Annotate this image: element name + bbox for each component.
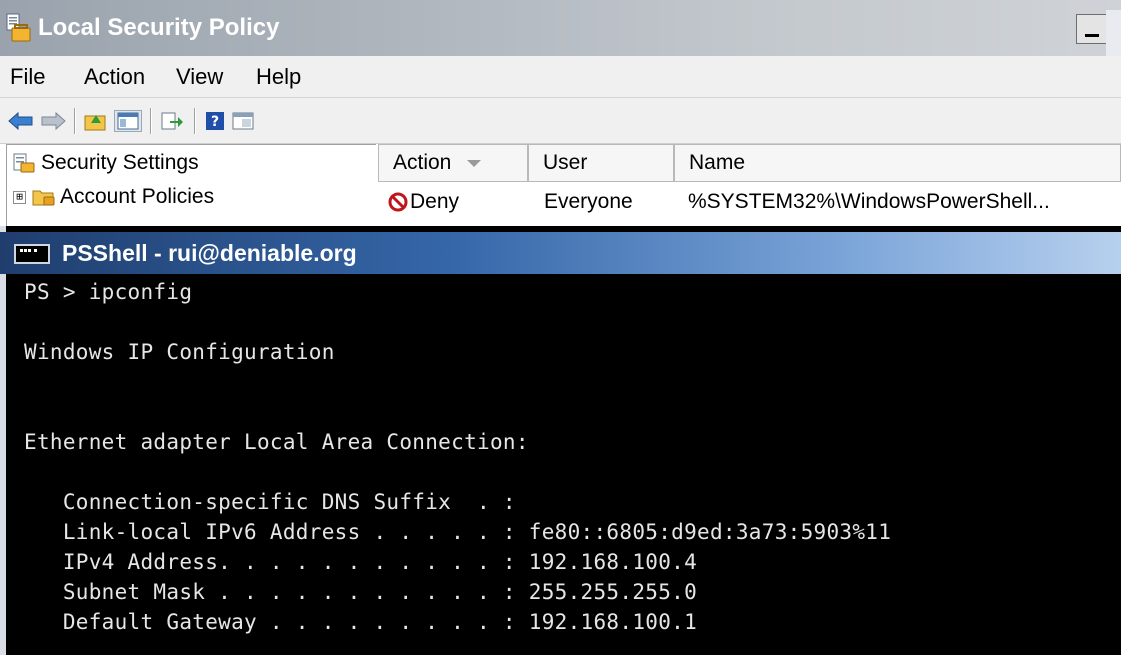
cell-action: Deny <box>388 190 459 214</box>
column-header-label: Action <box>393 151 452 174</box>
deny-icon <box>388 192 408 212</box>
console-line: Ethernet adapter Local Area Connection: <box>24 430 529 454</box>
folder-icon <box>32 187 56 207</box>
menu-view[interactable]: View <box>176 64 223 90</box>
toolbar: ? <box>0 98 1121 144</box>
tree-item-account-policies[interactable]: ⊞ Account Policies <box>13 185 214 209</box>
window-edge <box>1106 10 1121 56</box>
column-header-user[interactable]: User <box>528 144 674 182</box>
export-list-icon[interactable] <box>160 110 184 132</box>
console-line: Default Gateway . . . . . . . . . : 192.… <box>24 610 698 634</box>
console-tree: Security Settings ⊞ Account Policies <box>6 144 376 226</box>
console-line: Connection-specific DNS Suffix . : <box>24 490 516 514</box>
cell-user: Everyone <box>544 190 633 213</box>
tree-item-label: Account Policies <box>60 185 215 208</box>
tree-item-label: Security Settings <box>41 151 199 174</box>
cell-action-text: Deny <box>410 190 460 213</box>
column-header-action[interactable]: Action <box>378 144 528 182</box>
column-header-name[interactable]: Name <box>674 144 1121 182</box>
menu-action[interactable]: Action <box>84 64 145 90</box>
expand-icon[interactable]: ⊞ <box>13 190 26 204</box>
console-output[interactable]: PS > ipconfig Windows IP Configuration E… <box>24 280 1114 650</box>
console-line: Link-local IPv6 Address . . . . . : fe80… <box>24 520 892 544</box>
cell-name: %SYSTEM32%\WindowsPowerShell... <box>688 190 1050 213</box>
menu-file[interactable]: File <box>10 64 45 90</box>
back-arrow-icon[interactable] <box>8 110 34 132</box>
toolbar-separator <box>74 108 76 134</box>
menu-help[interactable]: Help <box>256 64 301 90</box>
console-icon <box>14 244 50 264</box>
column-header-label: User <box>543 151 588 174</box>
policy-list: Action User Name Deny Everyone %SYSTEM32… <box>378 144 1121 226</box>
psshell-window-title: PSShell - rui@deniable.org <box>62 240 357 266</box>
column-header-label: Name <box>689 151 746 174</box>
console-line: Windows IP Configuration <box>24 340 335 364</box>
menu-bar: File Action View Help <box>0 56 1121 98</box>
tree-item-security-settings[interactable]: Security Settings <box>13 151 199 175</box>
svg-text:?: ? <box>211 114 219 130</box>
security-settings-icon <box>13 153 37 173</box>
help-icon[interactable]: ? <box>204 110 226 132</box>
properties-icon[interactable] <box>232 110 254 132</box>
security-policy-app-icon <box>6 13 32 43</box>
forward-arrow-icon[interactable] <box>40 110 66 132</box>
toolbar-separator <box>194 108 196 134</box>
console-line: PS > ipconfig <box>24 280 193 304</box>
minimize-button[interactable] <box>1076 14 1106 44</box>
console-line: Subnet Mask . . . . . . . . . . . : 255.… <box>24 580 698 604</box>
toolbar-separator <box>150 108 152 134</box>
sort-descending-icon <box>467 159 482 167</box>
show-hide-tree-icon[interactable] <box>114 110 142 132</box>
up-folder-icon[interactable] <box>84 110 108 132</box>
lsp-window-title: Local Security Policy <box>38 14 280 41</box>
console-line: IPv4 Address. . . . . . . . . . . : 192.… <box>24 550 698 574</box>
